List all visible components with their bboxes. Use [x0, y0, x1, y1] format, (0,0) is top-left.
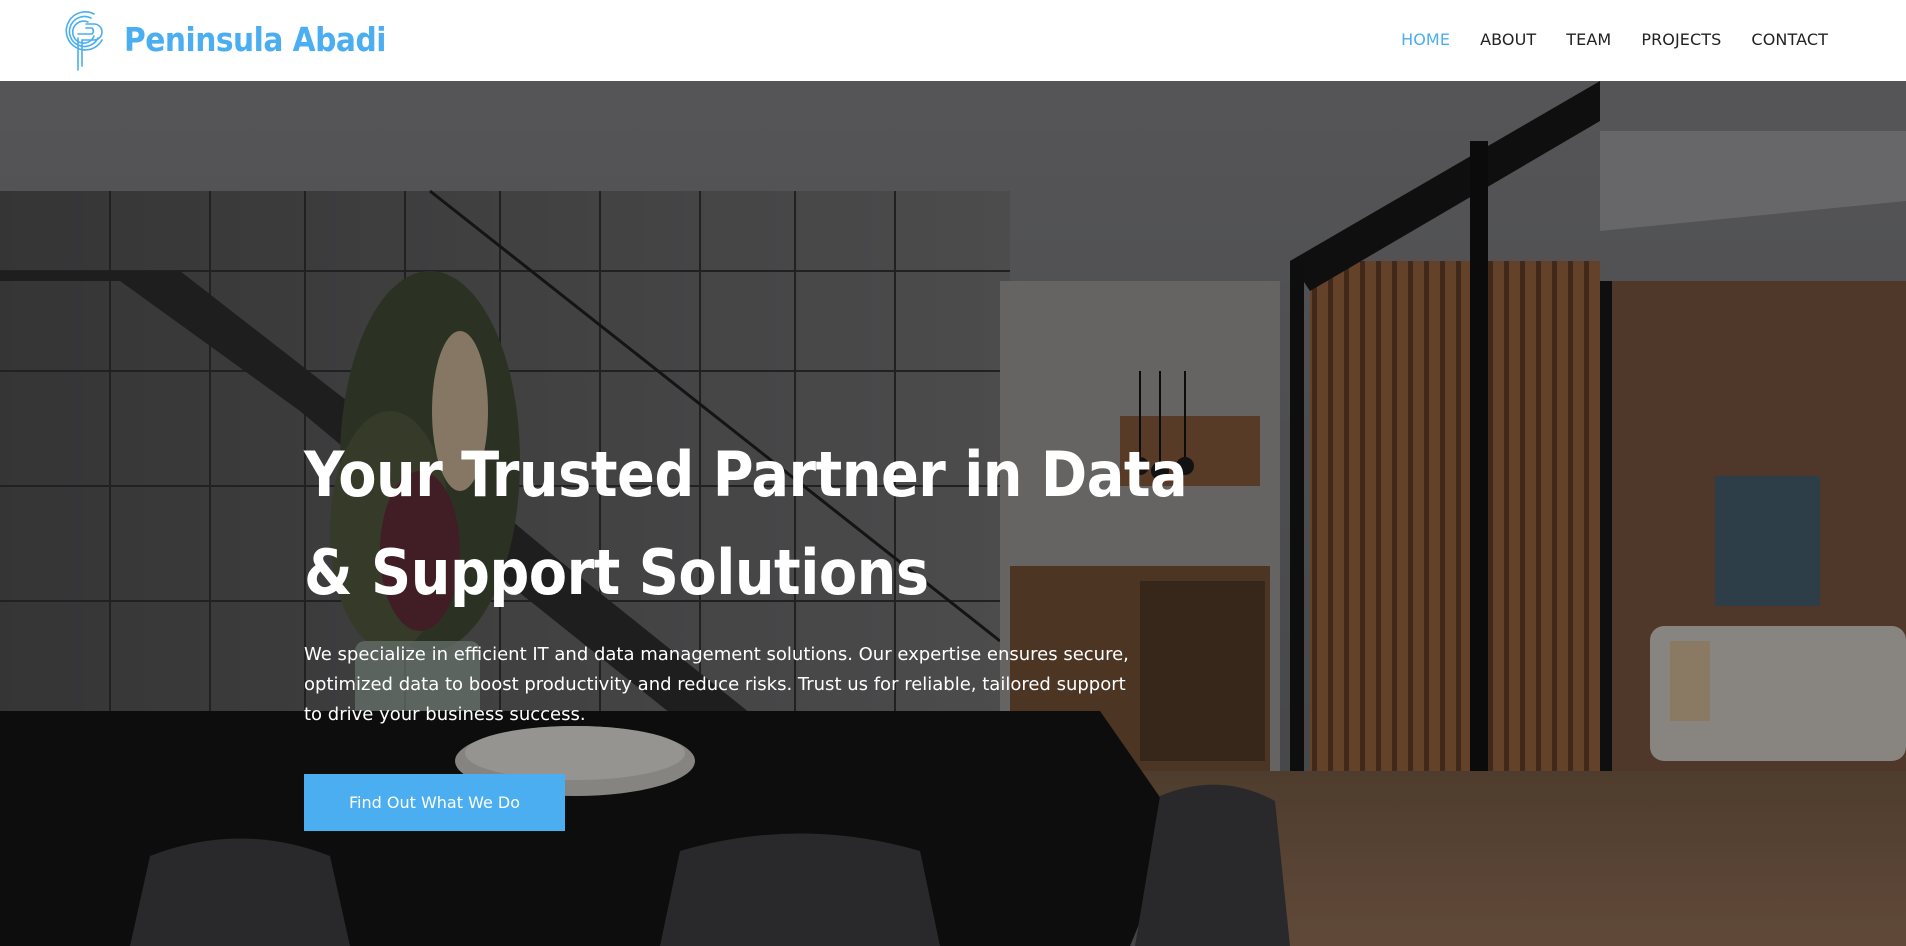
hero-description: We specialize in efficient IT and data m… [304, 644, 1129, 725]
find-out-button[interactable]: Find Out What We Do [304, 774, 565, 831]
hero-section: Your Trusted Partner in Data & Support S… [0, 81, 1906, 946]
main-nav: HOME ABOUT TEAM PROJECTS CONTACT [1401, 0, 1828, 78]
brand-link[interactable]: Peninsula Abadi [64, 6, 386, 72]
nav-team[interactable]: TEAM [1566, 30, 1611, 49]
peninsula-abadi-logo-icon [65, 11, 103, 71]
hero-content: Your Trusted Partner in Data & Support S… [304, 426, 1204, 831]
brand-name: Peninsula Abadi [124, 19, 386, 59]
site-header: Peninsula Abadi HOME ABOUT TEAM PROJECTS… [0, 0, 1906, 81]
nav-projects[interactable]: PROJECTS [1641, 30, 1721, 49]
nav-contact[interactable]: CONTACT [1751, 30, 1828, 49]
hero-title: Your Trusted Partner in Data & Support S… [304, 438, 1188, 609]
nav-home[interactable]: HOME [1401, 30, 1450, 49]
nav-about[interactable]: ABOUT [1480, 30, 1536, 49]
